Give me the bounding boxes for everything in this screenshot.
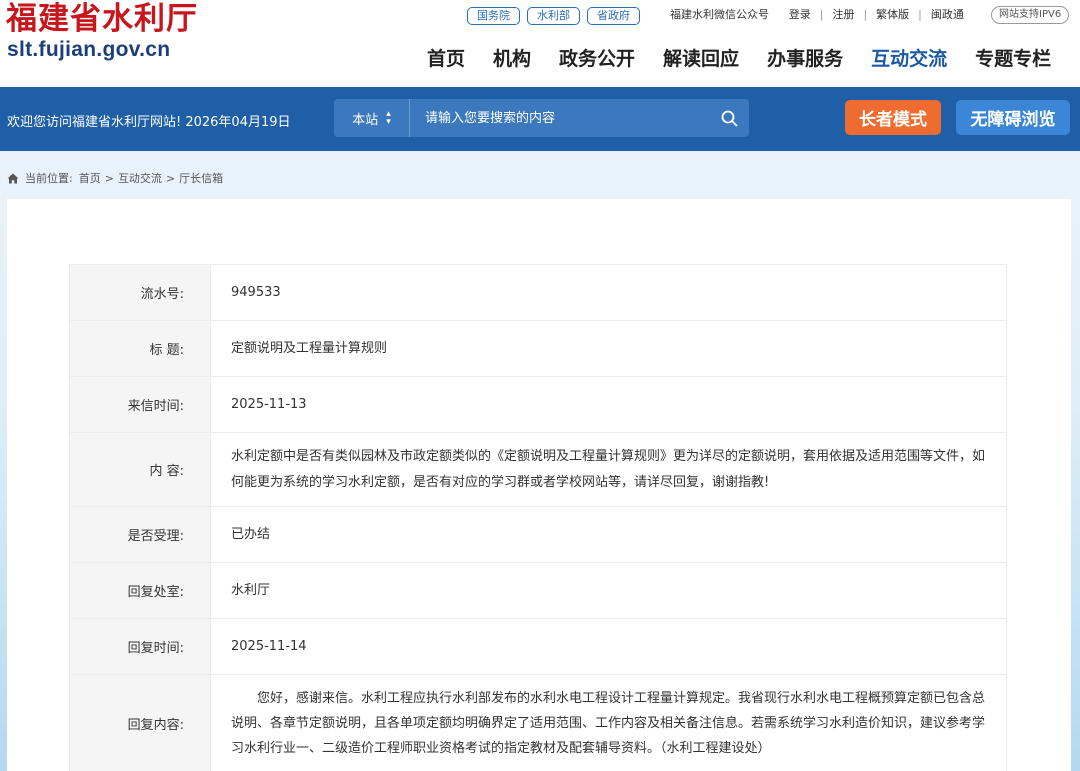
nav-home[interactable]: 首页 — [427, 44, 465, 71]
main-navigation: 首页 机构 政务公开 解读回应 办事服务 互动交流 专题专栏 — [427, 44, 1051, 71]
content-value: 水利定额中是否有类似园林及市政定额类似的《定额说明及工程量计算规则》更为详尽的定… — [210, 432, 1007, 507]
table-row: 回复时间: 2025-11-14 — [69, 618, 1007, 675]
home-icon — [7, 173, 19, 184]
breadcrumb: 当前位置: 首页 > 互动交流 > 厅长信箱 — [7, 170, 223, 186]
nav-interaction[interactable]: 互动交流 — [871, 44, 947, 71]
search-icon — [721, 110, 737, 126]
title-value: 定额说明及工程量计算规则 — [210, 320, 1007, 377]
breadcrumb-prefix: 当前位置: — [25, 172, 73, 185]
nav-interpretation[interactable]: 解读回应 — [663, 44, 739, 71]
divider: | — [819, 7, 824, 21]
table-row: 内 容: 水利定额中是否有类似园林及市政定额类似的《定额说明及工程量计算规则》更… — [69, 432, 1007, 507]
login-link[interactable]: 登录 — [789, 6, 811, 22]
wechat-account-link[interactable]: 福建水利微信公众号 — [670, 6, 769, 22]
table-row: 标 题: 定额说明及工程量计算规则 — [69, 320, 1007, 377]
date-value: 2025-11-13 — [210, 376, 1007, 433]
breadcrumb-home[interactable]: 首页 — [79, 170, 101, 186]
nav-gov-affairs[interactable]: 政务公开 — [559, 44, 635, 71]
date-label: 来信时间: — [69, 376, 211, 433]
title-label: 标 题: — [69, 320, 211, 377]
reply-date-label: 回复时间: — [69, 618, 211, 675]
table-row: 来信时间: 2025-11-13 — [69, 376, 1007, 433]
office-value: 水利厅 — [210, 562, 1007, 619]
search-box: 本站 ▴ ▾ — [334, 99, 749, 137]
accepted-value: 已办结 — [210, 506, 1007, 563]
link-provincial-gov[interactable]: 省政府 — [587, 7, 640, 25]
link-ministry-water[interactable]: 水利部 — [527, 7, 580, 25]
content-label: 内 容: — [69, 432, 211, 507]
breadcrumb-separator: > — [165, 171, 176, 185]
traditional-chinese-link[interactable]: 繁体版 — [876, 6, 909, 22]
table-row: 回复处室: 水利厅 — [69, 562, 1007, 619]
ipv6-badge: 网站支持IPV6 — [991, 6, 1070, 24]
breadcrumb-separator: > — [104, 171, 114, 185]
search-band: 欢迎您访问福建省水利厅网站! 2026年04月19日 本站 ▴▾ 长者模式 无障… — [0, 87, 1080, 151]
table-row: 是否受理: 已办结 — [69, 506, 1007, 563]
accessible-browse-button[interactable]: 无障碍浏览 — [956, 100, 1070, 135]
search-button[interactable] — [709, 99, 749, 137]
reply-content-label: 回复内容: — [69, 674, 211, 771]
nav-special-topics[interactable]: 专题专栏 — [975, 44, 1051, 71]
divider: | — [863, 7, 868, 21]
government-links: 国务院 水利部 省政府 — [467, 7, 640, 25]
register-link[interactable]: 注册 — [832, 6, 854, 22]
table-row: 流水号: 949533 — [69, 264, 1007, 321]
office-label: 回复处室: — [69, 562, 211, 619]
search-input[interactable] — [410, 99, 709, 137]
nav-services[interactable]: 办事服务 — [767, 44, 843, 71]
site-logo-domain[interactable]: slt.fujian.gov.cn — [7, 38, 170, 62]
table-row: 回复内容: 您好，感谢来信。水利工程应执行水利部发布的水利水电工程设计工程量计算… — [69, 674, 1007, 771]
nav-organization[interactable]: 机构 — [493, 44, 531, 71]
breadcrumb-director-mailbox[interactable]: 厅长信箱 — [179, 170, 223, 186]
reply-content-value: 您好，感谢来信。水利工程应执行水利部发布的水利水电工程设计工程量计算规定。我省现… — [210, 674, 1007, 771]
divider: | — [918, 7, 922, 21]
welcome-text: 欢迎您访问福建省水利厅网站! 2026年04月19日 — [7, 115, 291, 130]
serial-value: 949533 — [210, 264, 1007, 321]
search-scope-label: 本站 — [352, 112, 379, 128]
site-logo-chinese[interactable]: 福建省水利厅 — [6, 0, 198, 38]
breadcrumb-interaction[interactable]: 互动交流 — [118, 170, 162, 186]
site-header: 福建省水利厅 slt.fujian.gov.cn 国务院 水利部 省政府 福建水… — [0, 0, 1080, 87]
reply-date-value: 2025-11-14 — [210, 618, 1007, 675]
top-utility-links: 福建水利微信公众号 | 登录 | 注册 | 繁体版 | 闽政通 — [670, 6, 964, 22]
serial-label: 流水号: — [69, 264, 211, 321]
elder-mode-button[interactable]: 长者模式 — [845, 100, 941, 135]
letter-detail-card: 流水号: 949533 标 题: 定额说明及工程量计算规则 来信时间: 2025… — [7, 199, 1071, 771]
accepted-label: 是否受理: — [69, 506, 211, 563]
minzhengtong-link[interactable]: 闽政通 — [931, 6, 964, 22]
updown-arrows-icon: ▴ ▾ — [386, 109, 391, 127]
link-state-council[interactable]: 国务院 — [467, 7, 520, 25]
letter-detail-table: 流水号: 949533 标 题: 定额说明及工程量计算规则 来信时间: 2025… — [69, 264, 1007, 771]
search-scope-select[interactable]: 本站 ▴ ▾ — [334, 99, 410, 137]
